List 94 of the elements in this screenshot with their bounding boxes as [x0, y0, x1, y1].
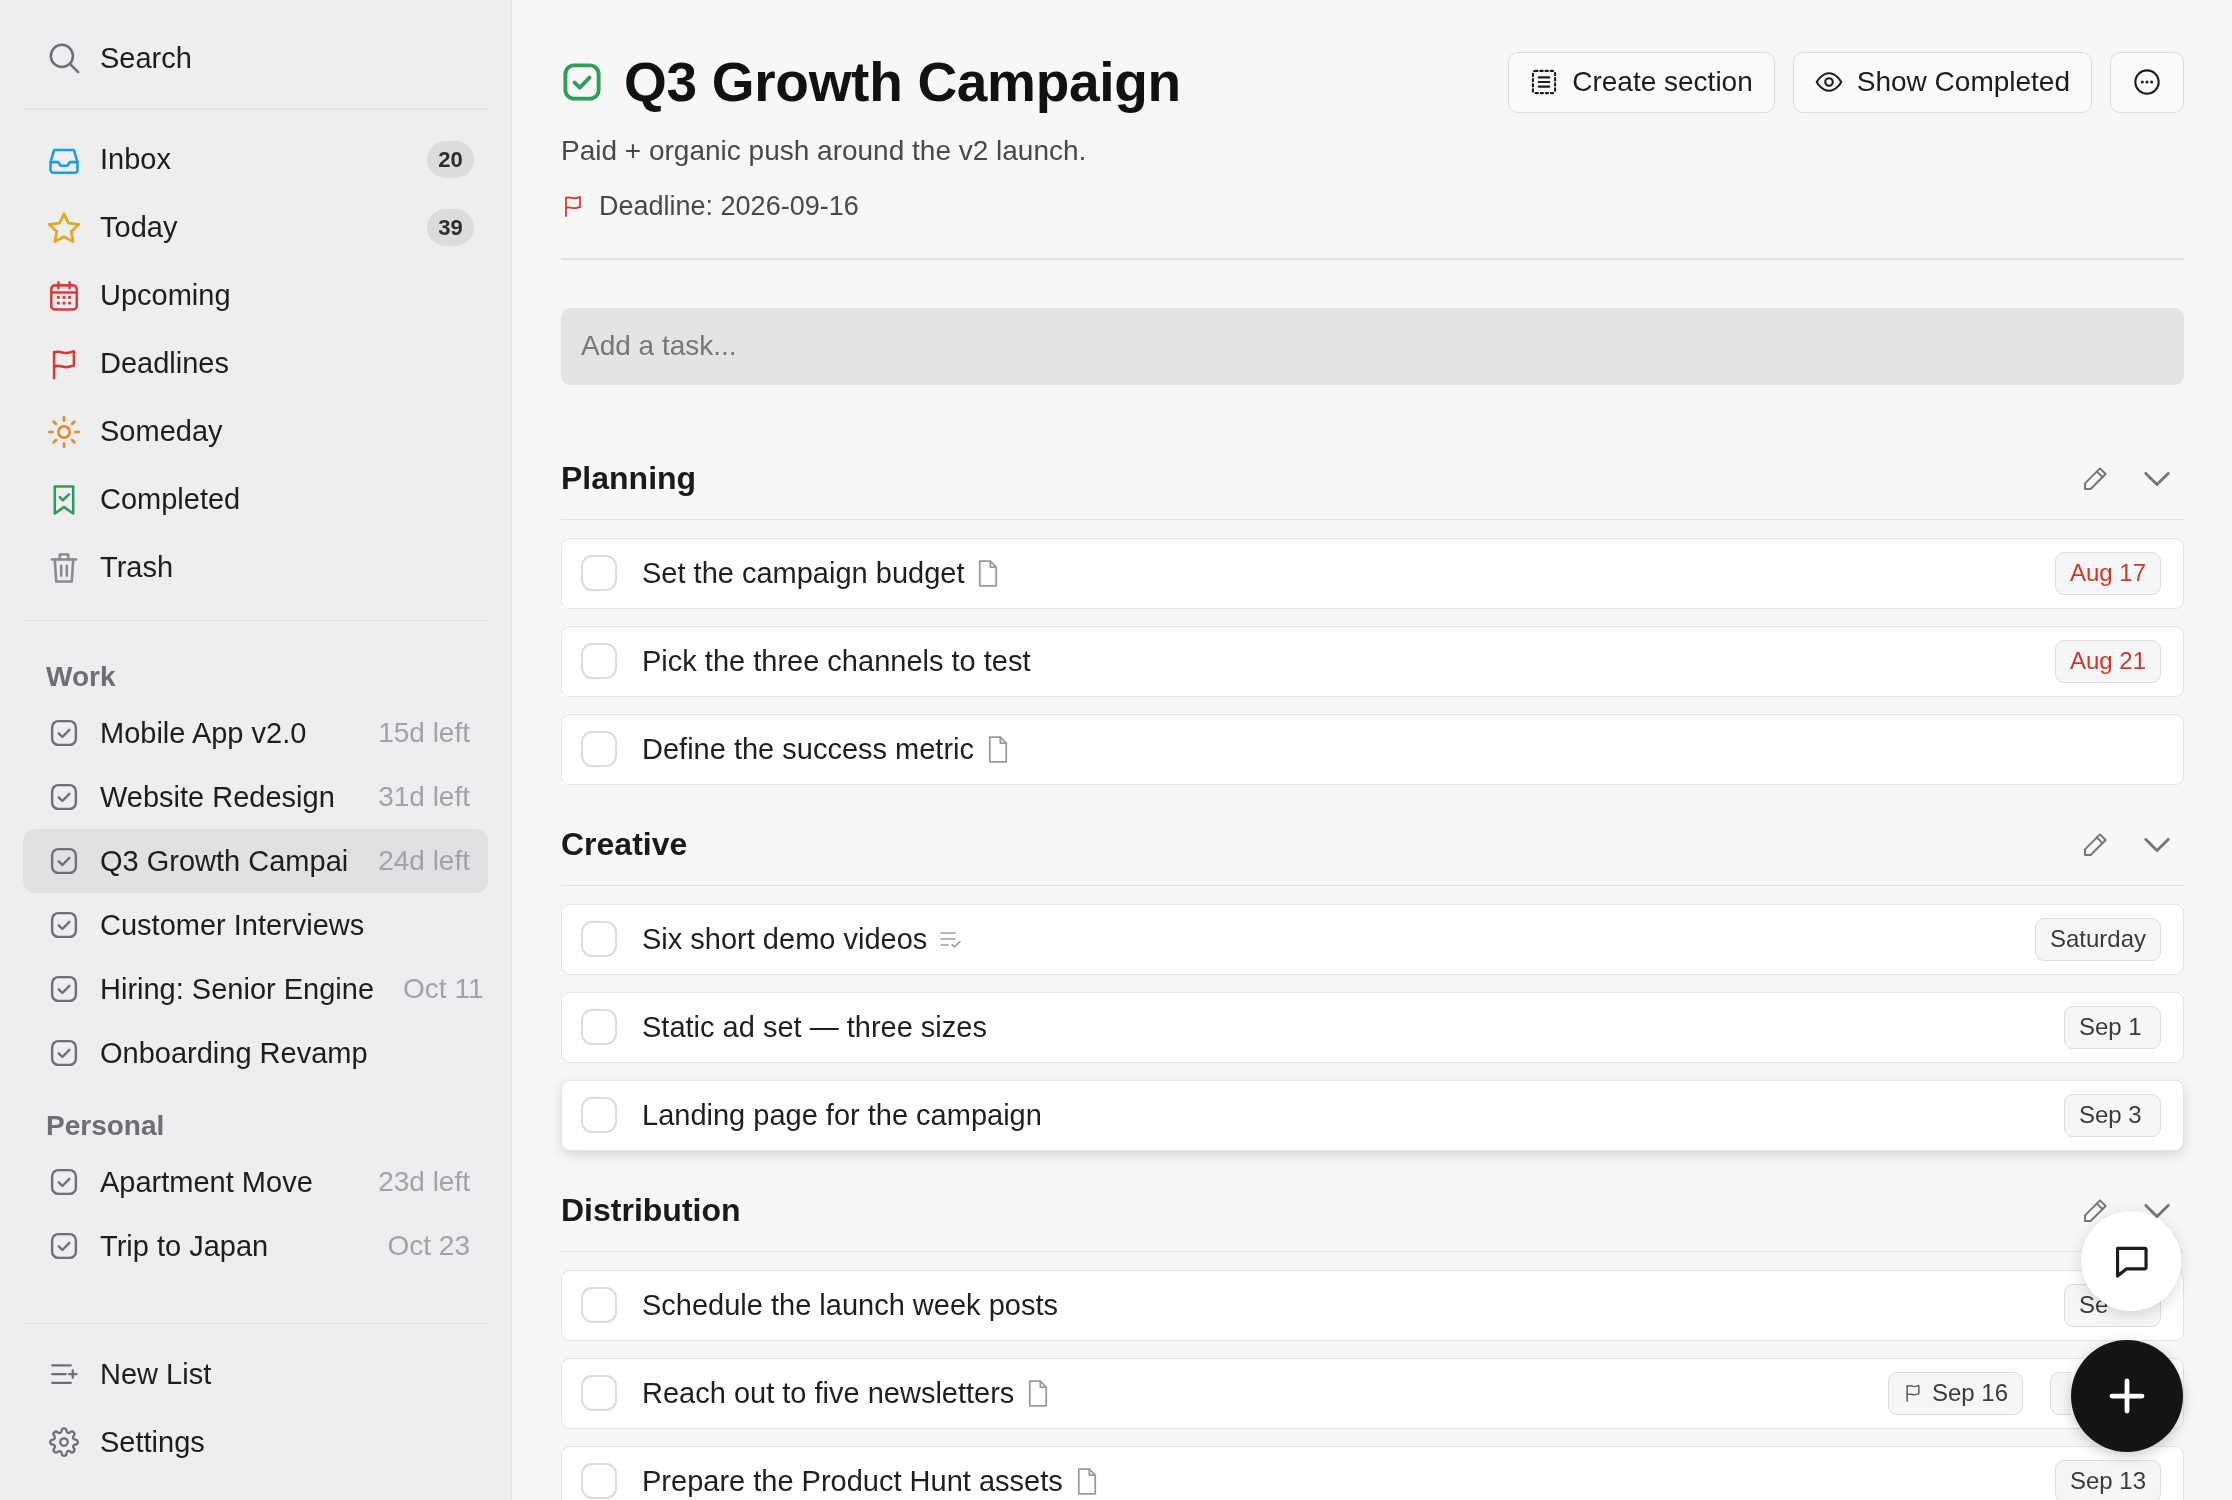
task-row[interactable]: Reach out to five newsletters Sep 16 [561, 1357, 2184, 1429]
task-row[interactable]: Landing page for the campaign Sep 3 [561, 1079, 2184, 1151]
due-label: Oct 23 [386, 1230, 470, 1262]
list-item[interactable]: Customer Interviews [23, 893, 488, 957]
task-row[interactable]: Pick the three channels to test Aug 21 [561, 625, 2184, 697]
add-task-field[interactable]: Add a task... [561, 307, 2184, 385]
task-title: Set the campaign budget [642, 556, 965, 590]
chevron-down-icon[interactable] [2144, 836, 2170, 853]
due-label: Oct 11 [402, 973, 484, 1005]
checkbox-icon [49, 846, 79, 876]
deadline-label: Deadline: 2026-09-16 [599, 190, 859, 223]
due-label: 31d left [377, 781, 470, 813]
nav-item[interactable]: Someday [23, 397, 488, 466]
task-row[interactable]: Set the campaign budget Aug 17 [561, 537, 2184, 609]
due-label: 24d left [377, 845, 470, 877]
task-checkbox[interactable] [581, 1287, 617, 1323]
task-title: Six short demo videos [642, 922, 928, 956]
list-item[interactable]: Website Redesign 31d left [23, 765, 488, 829]
checkbox-icon [49, 1231, 79, 1261]
gear-icon [49, 1427, 79, 1457]
list-item[interactable]: Onboarding Revamp [23, 1021, 488, 1085]
task-title: Prepare the Product Hunt assets [642, 1464, 1063, 1498]
task-checkbox[interactable] [581, 643, 617, 679]
checkbox-icon [49, 910, 79, 940]
more-button[interactable] [2110, 51, 2184, 113]
list-item[interactable]: Apartment Move 23d left [23, 1150, 488, 1214]
due-label: 23d left [377, 1166, 470, 1198]
task-title: Schedule the launch week posts [642, 1288, 1058, 1322]
nav-item[interactable]: Completed [23, 465, 488, 534]
dashed-list-icon [1530, 68, 1559, 96]
project-description: Paid + organic push around the v2 launch. [561, 134, 1088, 168]
task-checkbox[interactable] [581, 1463, 617, 1499]
task-title: Static ad set — three sizes [642, 1010, 987, 1044]
task-row[interactable]: Six short demo videos Saturday [561, 903, 2184, 975]
checkbox-icon [49, 1038, 79, 1068]
task-title: Landing page for the campaign [642, 1098, 1042, 1132]
check-square-icon [561, 61, 603, 103]
task-checkbox[interactable] [581, 1375, 617, 1411]
group-heading: Personal [46, 1109, 166, 1143]
date-chip[interactable]: Sep 1 [2064, 1005, 2161, 1049]
date-chip[interactable]: Aug 21 [2054, 639, 2161, 683]
chat-button[interactable] [2081, 1211, 2181, 1311]
list-item[interactable]: Mobile App v2.0 15d left [23, 701, 488, 765]
chevron-down-icon[interactable] [2144, 470, 2170, 487]
count-badge: 39 [427, 209, 474, 246]
nav-item[interactable]: Upcoming [23, 261, 488, 330]
plus-icon [2108, 1377, 2146, 1415]
list-item[interactable]: Q3 Growth Campai 24d left [23, 829, 488, 893]
calendar-icon [47, 278, 81, 313]
task-checkbox[interactable] [581, 1097, 617, 1133]
nav-item[interactable]: Trash [23, 533, 488, 602]
group-heading: Work [46, 660, 117, 694]
task-title: Pick the three channels to test [642, 644, 1031, 678]
checkbox-icon [49, 974, 79, 1004]
list-item[interactable]: Hiring: Senior Engine Oct 11 [23, 957, 488, 1021]
date-chip[interactable]: Sep 3 [2064, 1093, 2161, 1137]
checkbox-icon [49, 1167, 79, 1197]
checkbox-icon [49, 718, 79, 748]
section-title: Distribution [561, 1192, 741, 1229]
task-checkbox[interactable] [581, 1009, 617, 1045]
task-row[interactable]: Static ad set — three sizes Sep 1 [561, 991, 2184, 1063]
section-title: Planning [561, 460, 697, 497]
create-section-button[interactable]: Create section [1508, 51, 1775, 113]
task-checkbox[interactable] [581, 731, 617, 767]
task-title: Reach out to five newsletters [642, 1376, 1015, 1410]
due-label: 15d left [377, 717, 470, 749]
nav-item[interactable]: Deadlines [23, 329, 488, 398]
date-chip[interactable]: Aug 17 [2054, 551, 2161, 595]
search-button[interactable]: Search [23, 24, 488, 92]
task-row[interactable]: Prepare the Product Hunt assets Sep 13 [561, 1445, 2184, 1500]
date-chip[interactable] [2050, 1371, 2071, 1415]
date-chip[interactable]: Sep 13 [2054, 1459, 2161, 1500]
section-title: Creative [561, 826, 688, 863]
task-checkbox[interactable] [581, 555, 617, 591]
nav-item[interactable]: Inbox 20 [23, 125, 488, 194]
checkbox-icon [49, 782, 79, 812]
list-item[interactable]: Trip to Japan Oct 23 [23, 1214, 488, 1278]
star-icon [47, 210, 81, 245]
sun-icon [47, 414, 81, 449]
date-chip[interactable]: Saturday [2034, 917, 2161, 961]
task-title: Define the success metric [642, 732, 974, 766]
task-row[interactable]: Define the success metric [561, 713, 2184, 785]
chevron-down-icon[interactable] [2144, 1202, 2170, 1219]
new-list-button[interactable]: New List [23, 1340, 488, 1408]
nav-item[interactable]: Today 39 [23, 193, 488, 262]
deadline-chip[interactable]: Sep 16 [1887, 1371, 2023, 1415]
task-checkbox[interactable] [581, 921, 617, 957]
project-title: Q3 Growth Campaign [624, 50, 1181, 114]
add-button[interactable] [2071, 1340, 2183, 1452]
settings-button[interactable]: Settings [23, 1408, 488, 1476]
search-icon [47, 41, 81, 75]
show-completed-button[interactable]: Show Completed [1792, 51, 2092, 113]
count-badge: 20 [427, 141, 474, 178]
ellipsis-icon [2133, 68, 2161, 96]
